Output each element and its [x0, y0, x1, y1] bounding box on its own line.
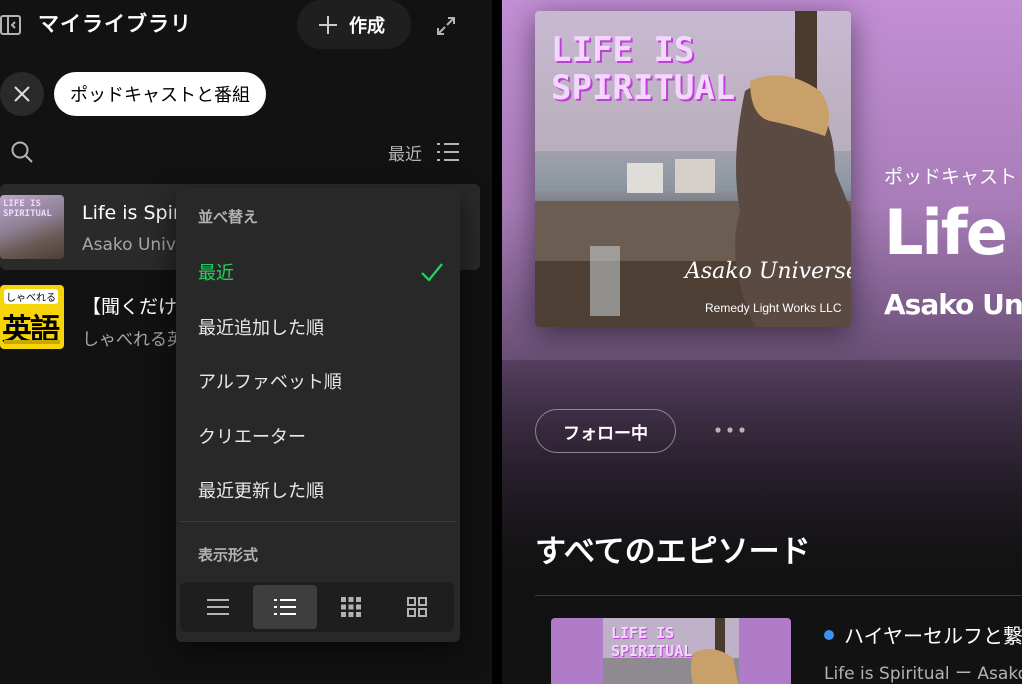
- view-list-button[interactable]: [253, 585, 317, 629]
- view-grid-button[interactable]: [319, 585, 383, 629]
- sort-dropdown[interactable]: 最近: [388, 140, 422, 165]
- podcast-thumbnail: LIFE IS SPIRITUAL: [0, 195, 64, 259]
- episode-thumb-title: LIFE IS SPIRITUAL: [611, 624, 692, 660]
- create-button[interactable]: 作成: [297, 0, 411, 49]
- thumbnail-tag: しゃべれる: [4, 289, 58, 304]
- view-large-grid-button[interactable]: [385, 585, 449, 629]
- large-grid-icon: [407, 597, 427, 617]
- plus-icon: [319, 15, 337, 34]
- cover-signature: Asako Universe: [685, 259, 851, 284]
- sort-menu: 並べ替え 最近 最近追加した順 アルファベット順 クリエーター 最近更新した順 …: [176, 188, 460, 642]
- podcast-thumbnail: しゃべれる 英語: [0, 285, 64, 349]
- episode-thumbnail-art: LIFE IS SPIRITUAL: [603, 618, 739, 684]
- grid-icon: [341, 597, 361, 617]
- search-icon[interactable]: [10, 140, 34, 164]
- thumbnail-text: LIFE IS SPIRITUAL: [3, 199, 52, 219]
- episode-thumb-line1: LIFE IS: [611, 624, 675, 642]
- view-compact-button[interactable]: [186, 585, 250, 629]
- sort-option-recent[interactable]: 最近: [198, 259, 234, 285]
- thumbnail-decoration: [4, 340, 60, 344]
- collapse-library-icon[interactable]: [0, 14, 22, 36]
- sort-option-alphabetical[interactable]: アルファベット順: [198, 368, 342, 394]
- expand-icon[interactable]: [436, 16, 456, 36]
- cover-title-line1: LIFE IS: [551, 30, 695, 70]
- content-type-label: ポッドキャスト: [884, 166, 1018, 188]
- new-episode-dot: [824, 630, 834, 640]
- compact-icon: [207, 599, 229, 615]
- more-options-icon[interactable]: [712, 420, 748, 440]
- episode-thumb-line2: SPIRITUAL: [611, 642, 693, 660]
- episode-title[interactable]: ハイヤーセルフと繋がる: [844, 620, 1022, 649]
- podcast-page: LIFE IS SPIRITUAL Asako Universe Remedy …: [502, 0, 1022, 684]
- filter-chip-podcasts[interactable]: ポッドキャストと番組: [54, 72, 266, 116]
- cover-title-line2: SPIRITUAL: [551, 68, 736, 108]
- view-heading: 表示形式: [198, 546, 259, 564]
- cover-credit: Remedy Light Works LLC: [705, 301, 842, 315]
- follow-button[interactable]: フォロー中: [535, 409, 676, 453]
- sort-option-creator[interactable]: クリエーター: [198, 423, 306, 449]
- check-icon: [421, 263, 443, 282]
- view-mode-bar: [180, 582, 454, 632]
- episodes-heading: すべてのエピソード: [535, 534, 811, 570]
- close-icon: [14, 86, 30, 102]
- podcast-author[interactable]: Asako Universe: [884, 288, 1022, 321]
- sort-option-recently-updated[interactable]: 最近更新した順: [198, 477, 324, 503]
- list-view-icon[interactable]: [436, 141, 460, 163]
- podcast-title: Life is Spiritual: [884, 196, 1022, 269]
- sort-option-recently-added[interactable]: 最近追加した順: [198, 314, 324, 340]
- library-header: マイライブラリ 作成: [0, 0, 492, 50]
- panel-divider[interactable]: [492, 0, 502, 684]
- library-title[interactable]: マイライブラリ: [38, 8, 192, 38]
- list-icon: [274, 599, 296, 615]
- cover-title: LIFE IS SPIRITUAL: [551, 31, 735, 107]
- clear-filter-button[interactable]: [0, 72, 44, 116]
- menu-divider: [180, 521, 456, 522]
- episode-subtitle: Life is Spiritual ー Asako Universe: [824, 664, 1022, 684]
- create-label: 作成: [349, 15, 385, 37]
- episodes-divider: [535, 595, 1022, 596]
- podcast-cover-art: LIFE IS SPIRITUAL Asako Universe Remedy …: [535, 11, 851, 327]
- library-sidebar: マイライブラリ 作成 ポッドキャストと番組 最近 LIFE IS SPIRITU…: [0, 0, 492, 684]
- sort-heading: 並べ替え: [198, 208, 259, 226]
- episode-thumbnail[interactable]: LIFE IS SPIRITUAL: [551, 618, 791, 684]
